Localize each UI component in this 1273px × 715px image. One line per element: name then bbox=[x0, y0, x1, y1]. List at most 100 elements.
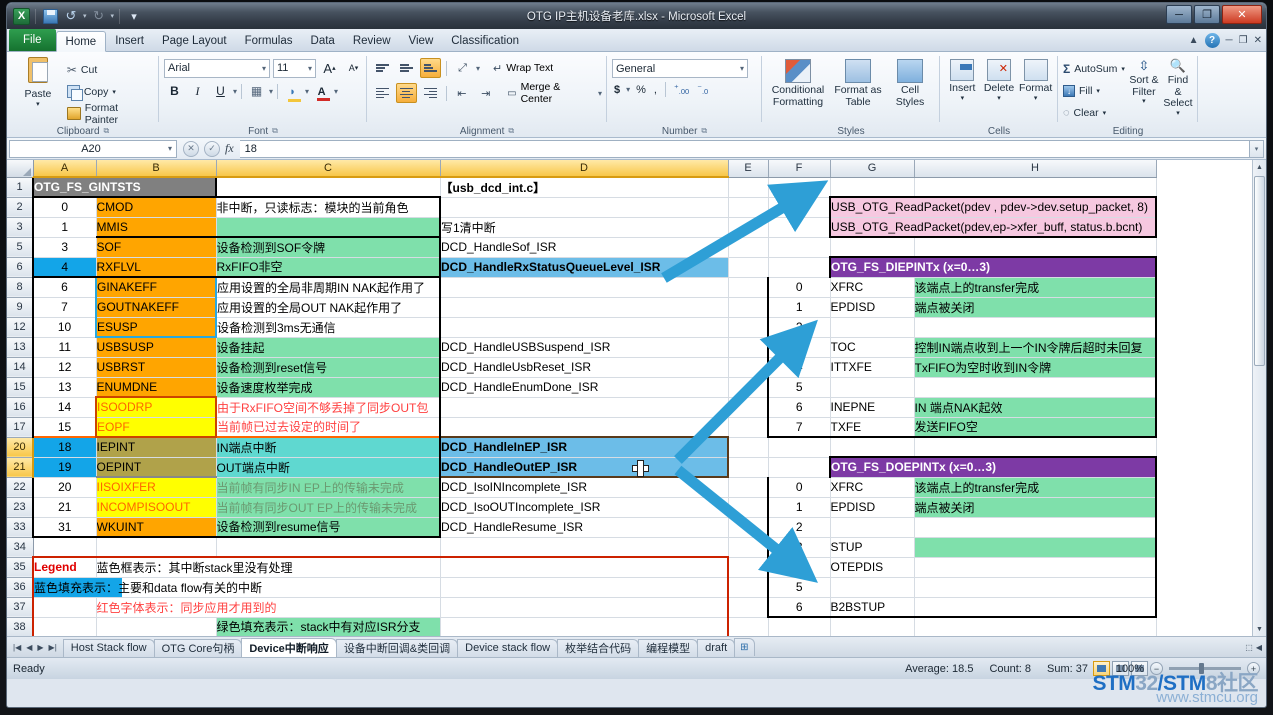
zoom-level[interactable]: 100% bbox=[1116, 663, 1144, 675]
ribbon[interactable]: Paste ▾ ✂ Cut Copy ▾ Format Painter Clip… bbox=[7, 52, 1266, 138]
cell-D1[interactable]: 【usb_dcd_int.c】 bbox=[440, 177, 729, 198]
font-color-dropdown-icon[interactable]: ▾ bbox=[334, 87, 338, 96]
sheet-row[interactable]: 35 Legend 蓝色框表示：其中断stack里没有处理 4 OTEPDIS bbox=[7, 556, 1157, 578]
cell-C23[interactable]: 当前帧有同步OUT EP上的传输未完成 bbox=[216, 497, 441, 518]
row-header-33[interactable]: 33 bbox=[7, 517, 34, 538]
cell-E16[interactable] bbox=[728, 397, 769, 418]
cell-B14[interactable]: USBRST bbox=[96, 357, 217, 378]
sheet-tab-2[interactable]: Device中断响应 bbox=[241, 637, 337, 657]
cell-A5[interactable]: 3 bbox=[32, 237, 97, 258]
find-select-button[interactable]: 🔍 Find & Select ▾ bbox=[1163, 57, 1193, 118]
cell-C17[interactable]: 当前帧已过去设定的时间了 bbox=[216, 417, 441, 438]
formula-bar[interactable]: A20 ▾ ✕ ✓ fx 18 ▾ bbox=[7, 138, 1266, 160]
cell-F36[interactable]: 5 bbox=[767, 577, 831, 598]
cell-H8[interactable]: 该端点上的transfer完成 bbox=[914, 277, 1157, 298]
cell-C12[interactable]: 设备检测到3ms无通信 bbox=[216, 317, 441, 338]
cell-B16[interactable]: ISOODRP bbox=[95, 396, 217, 418]
cell-H22[interactable]: 该端点上的transfer完成 bbox=[914, 477, 1157, 498]
cell-A20[interactable]: 18 bbox=[32, 436, 97, 458]
cell-E17[interactable] bbox=[728, 417, 769, 438]
row-header-13[interactable]: 13 bbox=[7, 337, 34, 358]
cell-F6[interactable] bbox=[768, 257, 831, 278]
scrollbar-thumb[interactable] bbox=[1254, 176, 1265, 366]
cell-A35[interactable]: Legend bbox=[32, 556, 97, 578]
cell-B5[interactable]: SOF bbox=[96, 236, 217, 258]
sheet-tab-1[interactable]: OTG Core句柄 bbox=[153, 638, 243, 657]
cell-A3[interactable]: 1 bbox=[32, 217, 97, 238]
undo-dropdown-icon[interactable]: ▾ bbox=[83, 12, 87, 20]
redo-icon[interactable]: ↻ bbox=[90, 8, 108, 25]
conditional-formatting-button[interactable]: Conditional Formatting bbox=[767, 57, 829, 108]
zoom-in-button[interactable]: + bbox=[1247, 662, 1260, 675]
cell-G33[interactable] bbox=[830, 517, 915, 538]
vertical-scrollbar[interactable]: ▲ ▼ bbox=[1252, 160, 1266, 636]
align-center-button[interactable] bbox=[395, 83, 417, 103]
tab-page-layout[interactable]: Page Layout bbox=[153, 30, 236, 51]
fill-button[interactable]: ↓ Fill ▾ bbox=[1063, 80, 1125, 101]
clear-button[interactable]: ◌ Clear ▾ bbox=[1063, 102, 1125, 123]
column-header-g[interactable]: G bbox=[830, 160, 915, 178]
cell-C16[interactable]: 由于RxFIFO空间不够丢掉了同步OUT包 bbox=[216, 397, 441, 418]
insert-function-icon[interactable]: fx bbox=[225, 141, 234, 156]
tab-data[interactable]: Data bbox=[302, 30, 344, 51]
cell-B13[interactable]: USBSUSP bbox=[96, 337, 217, 358]
formula-bar-buttons[interactable]: ✕ ✓ fx bbox=[177, 140, 240, 157]
font-name-dropdown-icon[interactable]: ▾ bbox=[262, 64, 266, 73]
cell-E12[interactable] bbox=[728, 317, 769, 338]
cell-E2[interactable] bbox=[728, 197, 769, 218]
align-bottom-button[interactable] bbox=[420, 58, 441, 78]
cell-B15[interactable]: ENUMDNE bbox=[96, 377, 217, 398]
cell-C34[interactable] bbox=[216, 537, 441, 558]
cell-B8[interactable]: GINAKEFF bbox=[95, 276, 217, 298]
font-size-input[interactable]: 11 ▾ bbox=[273, 58, 316, 78]
cell-C8[interactable]: 应用设置的全局非周期IN NAK起作用了 bbox=[216, 277, 441, 298]
customize-qat-icon[interactable]: ▾ bbox=[125, 8, 143, 25]
number-format-dropdown-icon[interactable]: ▾ bbox=[740, 64, 744, 73]
tab-insert[interactable]: Insert bbox=[106, 30, 153, 51]
doc-close-icon[interactable]: ✕ bbox=[1254, 35, 1262, 46]
sheet-tabs[interactable]: Host Stack flow OTG Core句柄 Device中断响应 设备中断回… bbox=[62, 637, 736, 657]
sheet-row[interactable]: 34 3 STUP bbox=[7, 537, 1157, 558]
cell-D15[interactable]: DCD_HandleEnumDone_ISR bbox=[440, 377, 729, 398]
cell-E3[interactable] bbox=[728, 217, 769, 238]
cell-A34[interactable] bbox=[33, 537, 97, 558]
copy-dropdown-icon[interactable]: ▾ bbox=[112, 88, 116, 96]
cell-D22[interactable]: DCD_IsoINIncomplete_ISR bbox=[440, 477, 729, 498]
cell-F2[interactable] bbox=[768, 197, 831, 218]
clear-dropdown-icon[interactable]: ▾ bbox=[1103, 109, 1107, 117]
quick-access-toolbar[interactable]: X ↺ ▾ ↻ ▾ ▾ bbox=[7, 7, 143, 25]
column-header-d[interactable]: D bbox=[440, 160, 729, 178]
cell-H23[interactable]: 端点被关闭 bbox=[914, 497, 1157, 518]
cell-E34[interactable] bbox=[728, 537, 769, 558]
find-select-dropdown-icon[interactable]: ▾ bbox=[1176, 110, 1180, 118]
cell-H17[interactable]: 发送FIFO空 bbox=[914, 417, 1157, 438]
cell-A37[interactable] bbox=[32, 597, 97, 618]
cancel-formula-icon[interactable]: ✕ bbox=[183, 140, 199, 157]
cell-D20[interactable]: DCD_HandleInEP_ISR bbox=[439, 436, 729, 458]
sheet-row[interactable]: 14 12 USBRST 设备检测到reset信号 DCD_HandleUsbReset… bbox=[7, 357, 1157, 378]
redo-dropdown-icon[interactable]: ▾ bbox=[111, 12, 115, 20]
cell-F13[interactable]: 3 bbox=[767, 337, 831, 358]
cell-E33[interactable] bbox=[728, 517, 769, 538]
doc-restore-icon[interactable]: ❐ bbox=[1239, 35, 1248, 46]
cell-A33[interactable]: 31 bbox=[32, 517, 97, 538]
cell-A36[interactable]: 蓝色填充表示：主要和data flow有关的中断 bbox=[32, 577, 441, 598]
cell-C9[interactable]: 应用设置的全局OUT NAK起作用了 bbox=[216, 297, 441, 318]
cell-E8[interactable] bbox=[728, 277, 769, 298]
row-header-34[interactable]: 34 bbox=[7, 537, 34, 558]
cell-H15[interactable] bbox=[914, 377, 1157, 398]
cell-D33[interactable]: DCD_HandleResume_ISR bbox=[440, 517, 729, 538]
cell-A9[interactable]: 7 bbox=[32, 297, 97, 318]
cell-G14[interactable]: ITTXFE bbox=[830, 357, 915, 378]
row-header-6[interactable]: 6 bbox=[7, 257, 34, 278]
increase-decimal-button[interactable]: ⁺.00 bbox=[672, 83, 691, 96]
cell-D13[interactable]: DCD_HandleUSBSuspend_ISR bbox=[440, 337, 729, 358]
row-header-21[interactable]: 21 bbox=[7, 457, 34, 478]
cell-G2[interactable]: USB_OTG_ReadPacket(pdev , pdev->dev.setu… bbox=[829, 196, 1157, 218]
sheet-row[interactable]: 1 OTG_FS_GINTSTS 【usb_dcd_int.c】 bbox=[7, 176, 1157, 198]
sheet-row[interactable]: 6 4 RXFLVL RxFIFO非空 DCD_HandleRxStatusQueueL… bbox=[7, 256, 1157, 278]
copy-button[interactable]: Copy ▾ bbox=[66, 81, 154, 102]
cell-B35[interactable]: 蓝色框表示：其中断stack里没有处理 bbox=[96, 556, 441, 578]
cell-C5[interactable]: 设备检测到SOF令牌 bbox=[216, 236, 441, 258]
cell-C3[interactable] bbox=[216, 217, 441, 238]
